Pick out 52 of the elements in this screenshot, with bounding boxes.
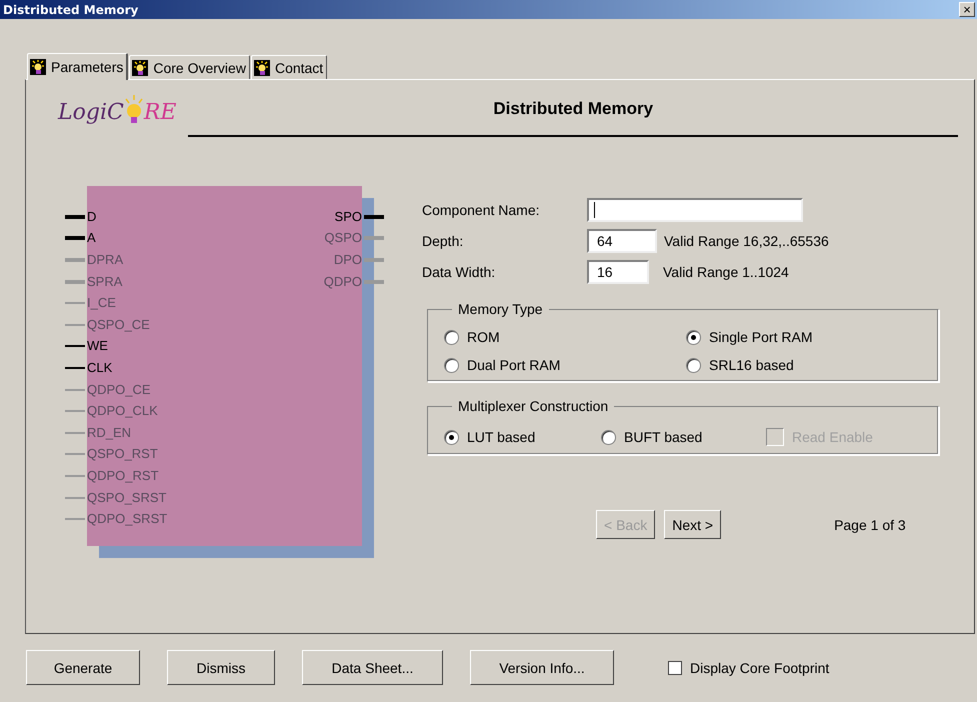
group-title: Multiplexer Construction xyxy=(457,398,610,414)
pin-label: QSPO_RST xyxy=(87,446,158,462)
pin-label: D xyxy=(87,208,96,225)
nav-button[interactable]: Next > xyxy=(664,510,722,539)
close-button[interactable]: × xyxy=(959,2,975,17)
field-label: Data Width: xyxy=(422,264,496,280)
page-indicator: Page 1 of 3 xyxy=(834,516,906,532)
pin-label: DPRA xyxy=(87,252,124,268)
pin-label: QSPO_CE xyxy=(87,316,150,333)
pin-label: SPRA xyxy=(87,274,122,290)
lightbulb-icon xyxy=(30,59,46,75)
pin-label: QDPO_CLK xyxy=(87,403,158,420)
pin-label: QDPO_CE xyxy=(87,382,151,398)
checkbox-option[interactable]: Display Core Footprint xyxy=(668,660,830,676)
pin-label: QDPO_RST xyxy=(87,468,159,484)
logicore-logo: LogiC RE xyxy=(58,95,176,125)
range-hint: Valid Range 1..1024 xyxy=(663,264,789,280)
pin-label: CLK xyxy=(87,360,112,376)
heading: Distributed Memory xyxy=(493,99,654,119)
radio-option[interactable]: ROM xyxy=(444,329,500,345)
footer-button[interactable]: Generate xyxy=(26,650,140,685)
pin-label: QSPO_SRST xyxy=(87,490,166,506)
pin-label: SPO xyxy=(334,208,362,225)
radio-option[interactable]: LUT based xyxy=(444,428,601,446)
footer-button[interactable]: Data Sheet... xyxy=(302,650,443,685)
tab[interactable]: Parameters xyxy=(27,53,128,80)
window-title: Distributed Memory xyxy=(3,2,138,16)
tab[interactable]: Core Overview xyxy=(129,55,250,79)
footer-button[interactable]: Version Info... xyxy=(470,650,614,685)
lightbulb-icon xyxy=(254,60,270,76)
tab[interactable]: Contact xyxy=(250,55,328,79)
pin-label: QDPO xyxy=(324,274,362,290)
pin-label: QSPO xyxy=(324,230,362,246)
radio-option[interactable]: Single Port RAM xyxy=(686,329,812,345)
footer-button[interactable]: Dismiss xyxy=(167,650,275,685)
input-field[interactable]: 16 xyxy=(587,260,649,284)
pin-label: I_CE xyxy=(87,295,116,312)
group-title: Memory Type xyxy=(457,301,544,317)
field-label: Depth: xyxy=(422,232,464,248)
radio-option[interactable]: SRL16 based xyxy=(686,357,794,373)
radio-option[interactable]: BUFT based xyxy=(601,428,766,446)
pin-label: A xyxy=(87,230,96,246)
pin-label: QDPO_SRST xyxy=(87,511,168,528)
pin-label: RD_EN xyxy=(87,424,132,441)
pin-label: WE xyxy=(87,338,108,354)
range-hint: Valid Range 16,32,..65536 xyxy=(664,232,829,248)
input-field[interactable] xyxy=(587,198,803,222)
lightbulb-icon xyxy=(132,60,148,76)
pin-label: DPO xyxy=(334,252,362,268)
field-label: Component Name: xyxy=(422,202,541,218)
radio-option[interactable]: Dual Port RAM xyxy=(444,357,560,373)
input-field[interactable]: 64 xyxy=(587,228,657,252)
